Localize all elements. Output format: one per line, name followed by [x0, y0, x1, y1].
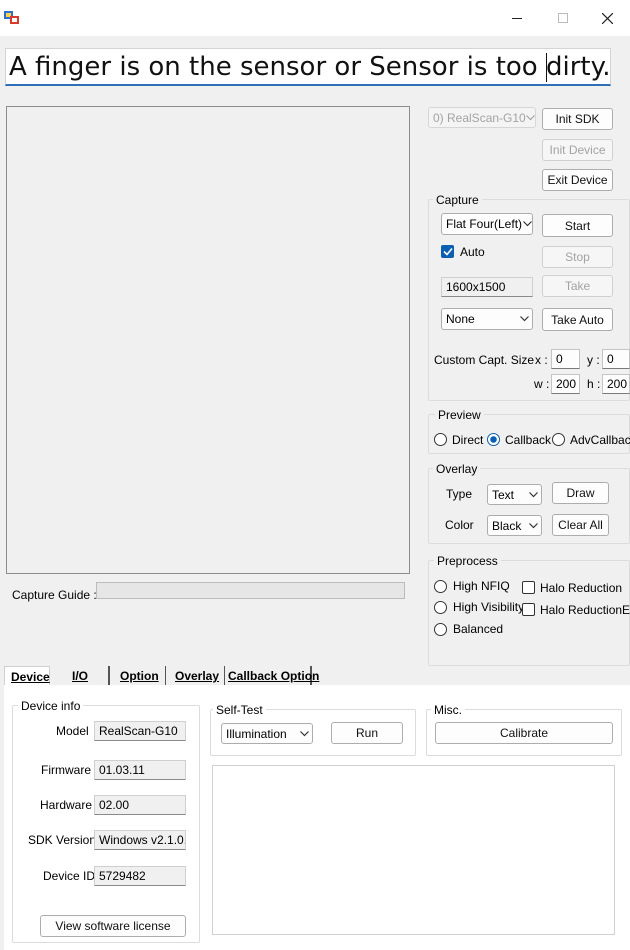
overlay-type-label: Type	[446, 487, 473, 501]
custom-size-label: Custom Capt. Size	[434, 353, 535, 367]
preprocess-group-title: Preprocess	[434, 554, 501, 568]
self-test-select[interactable]: Illumination	[221, 723, 313, 744]
sdk-version-label: SDK Version	[28, 833, 97, 847]
overlay-color-value: Black	[492, 518, 522, 533]
halo-reductionex-label: Halo ReductionEx	[540, 603, 630, 617]
balanced-radio[interactable]	[434, 623, 447, 636]
capture-guide-label: Capture Guide :	[12, 588, 97, 602]
preview-direct-radio[interactable]	[434, 433, 447, 446]
resolution-field: 1600x1500	[441, 277, 533, 297]
model-field: RealScan-G10	[94, 721, 186, 741]
close-icon	[601, 12, 613, 24]
chevron-down-icon	[525, 485, 541, 504]
take-auto-button[interactable]: Take Auto	[542, 308, 613, 331]
preview-advcallback-radio[interactable]	[552, 433, 565, 446]
preview-advcallback-label: AdvCallback	[570, 433, 630, 447]
device-id-label: Device ID	[43, 869, 96, 883]
init-sdk-button[interactable]: Init SDK	[542, 108, 613, 130]
chevron-down-icon	[525, 516, 541, 535]
halo-reduction-label: Halo Reduction	[540, 581, 623, 595]
preview-direct-label: Direct	[452, 433, 484, 447]
overlay-color-select[interactable]: Black	[487, 515, 542, 536]
firmware-label: Firmware	[41, 763, 91, 777]
capture-group-title: Capture	[433, 193, 482, 207]
init-device-button[interactable]: Init Device	[542, 139, 613, 161]
hardware-field: 02.00	[94, 795, 186, 815]
tab-device[interactable]: Device	[4, 666, 50, 686]
start-button[interactable]: Start	[542, 214, 613, 237]
self-test-value: Illumination	[226, 726, 287, 741]
y-label: y :	[587, 353, 600, 367]
x-label: x :	[535, 353, 548, 367]
draw-button[interactable]: Draw	[552, 482, 609, 504]
balanced-label: Balanced	[453, 622, 504, 636]
checkmark-icon	[442, 247, 453, 256]
self-test-title: Self-Test	[213, 703, 266, 717]
preview-callback-radio[interactable]	[487, 433, 500, 446]
minimize-button[interactable]	[494, 0, 540, 36]
overlay-group-title: Overlay	[433, 462, 481, 476]
tab-option[interactable]: Option	[114, 666, 166, 686]
capture-mode-select[interactable]: Flat Four(Left)	[441, 213, 533, 235]
clear-all-button[interactable]: Clear All	[552, 514, 609, 536]
capture-option-value: None	[446, 312, 475, 326]
status-message-field[interactable]: A finger is on the sensor or Sensor is t…	[5, 48, 611, 86]
chevron-down-icon	[522, 214, 532, 234]
tab-overlay[interactable]: Overlay	[169, 666, 225, 686]
w-label: w :	[534, 377, 550, 391]
device-select-value: 0) RealScan-G10	[433, 110, 526, 125]
x-field[interactable]: 0	[551, 349, 580, 369]
firmware-field: 01.03.11	[94, 760, 186, 780]
device-info-title: Device info	[18, 699, 84, 713]
close-button[interactable]	[584, 0, 630, 36]
status-message-text: A finger is on the sensor or Sensor is t…	[9, 52, 611, 82]
high-nfiq-label: High NFIQ	[453, 579, 510, 593]
high-nfiq-radio[interactable]	[434, 580, 447, 593]
overlay-type-select[interactable]: Text	[487, 484, 542, 505]
device-id-field: 5729482	[94, 866, 186, 886]
hardware-label: Hardware	[40, 798, 93, 812]
chevron-down-icon	[525, 108, 535, 127]
h-field[interactable]: 200	[602, 374, 630, 394]
app-icon	[4, 11, 20, 25]
preview-callback-label: Callback	[505, 433, 552, 447]
take-button[interactable]: Take	[542, 275, 613, 297]
chevron-down-icon	[516, 309, 532, 329]
maximize-button[interactable]	[540, 0, 586, 36]
halo-reductionex-checkbox[interactable]	[522, 603, 535, 616]
minimize-icon	[512, 13, 522, 23]
high-visibility-label: High Visibility	[453, 600, 525, 614]
calibrate-button[interactable]: Calibrate	[435, 722, 613, 744]
preview-group-title: Preview	[435, 408, 484, 422]
high-visibility-radio[interactable]	[434, 601, 447, 614]
maximize-icon	[558, 13, 568, 23]
chevron-down-icon	[296, 724, 312, 743]
capture-mode-value: Flat Four(Left)	[446, 217, 523, 231]
misc-title: Misc.	[431, 703, 465, 717]
capture-option-select[interactable]: None	[441, 308, 533, 330]
w-field[interactable]: 200	[551, 374, 580, 394]
run-button[interactable]: Run	[331, 722, 403, 744]
y-field[interactable]: 0	[602, 349, 630, 369]
log-textarea[interactable]	[212, 765, 615, 935]
auto-checkbox-label: Auto	[460, 245, 485, 259]
halo-reduction-checkbox[interactable]	[522, 581, 535, 594]
tab-callback-option[interactable]: Callback Option	[222, 666, 319, 686]
tab-io[interactable]: I/O	[66, 666, 110, 686]
fingerprint-image-area	[6, 106, 410, 574]
stop-button[interactable]: Stop	[542, 246, 613, 268]
capture-guide-progress	[96, 582, 405, 599]
h-label: h :	[587, 377, 601, 391]
view-license-button[interactable]: View software license	[40, 915, 186, 937]
text-caret	[546, 53, 547, 82]
sdk-version-field: Windows v2.1.0.	[94, 830, 186, 850]
overlay-color-label: Color	[445, 518, 474, 532]
model-label: Model	[56, 724, 89, 738]
exit-device-button[interactable]: Exit Device	[542, 169, 613, 191]
device-select[interactable]: 0) RealScan-G10	[428, 107, 536, 128]
auto-checkbox[interactable]	[441, 245, 454, 258]
overlay-type-value: Text	[492, 487, 515, 502]
